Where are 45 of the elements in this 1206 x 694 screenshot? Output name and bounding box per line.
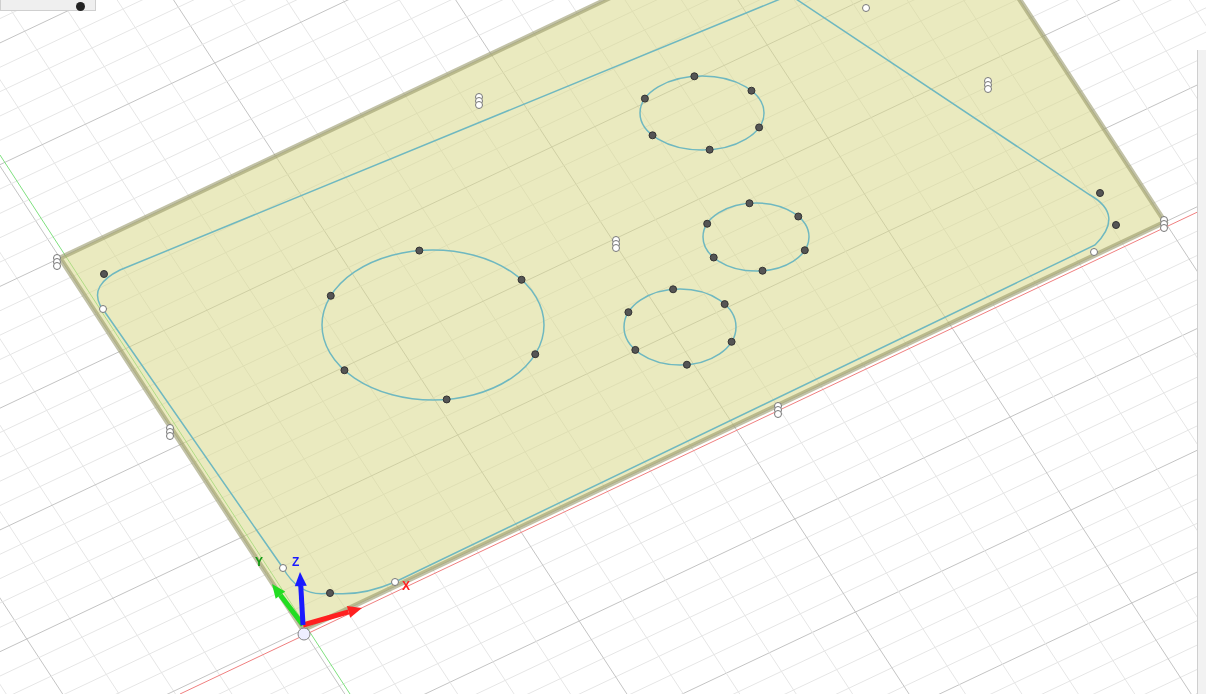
dot-icon[interactable] [76,2,85,11]
sketch-point [640,94,649,103]
sketch-point [720,300,729,309]
origin-icon [297,627,311,641]
point-stack-icon [612,236,620,252]
sketch-point [415,246,424,255]
edge-point [391,578,399,586]
sketch-point [326,291,335,300]
sketch-point [690,72,699,81]
sketch-point [1112,221,1120,229]
sketch-point [747,86,756,95]
sketch-point [703,219,712,228]
sketch-point [624,308,633,317]
point-stack-icon [166,424,174,440]
sketch-point [326,589,334,597]
sketch-point [705,145,714,154]
sketch-point [1096,189,1104,197]
sketch-point [745,199,754,208]
edge-point [1090,248,1098,256]
point-stack-icon [53,254,61,270]
sketch-point [517,275,526,284]
sketch-point [100,270,108,278]
sketch-point [340,366,349,375]
sketch-point [794,212,803,221]
edge-point [279,564,287,572]
axis-label: Y [255,555,263,569]
point-stack-icon [984,77,992,93]
point-stack-icon [1160,216,1168,232]
sketch-point [682,360,691,369]
sketch-point [531,350,540,359]
sketch-point [631,345,640,354]
axis-label: X [402,579,410,593]
point-stack-icon [475,93,483,109]
sketch-point [727,337,736,346]
sketch-point [648,131,657,140]
sketch-point [800,246,809,255]
edge-point [99,305,107,313]
edge-point [862,4,870,12]
sketch-point [709,253,718,262]
sketch-point [758,266,767,275]
axis-label: Z [292,555,300,569]
sketch-point [669,285,678,294]
sketch-point [755,123,764,132]
point-stack-icon [774,402,782,418]
sketch-point [442,395,451,404]
